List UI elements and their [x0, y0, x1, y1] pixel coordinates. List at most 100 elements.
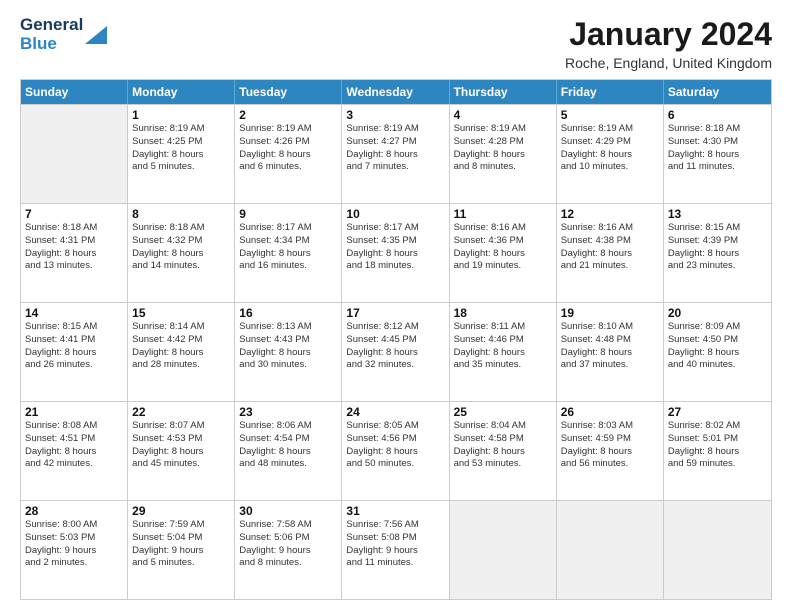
day-number: 27 [668, 405, 767, 419]
day-number: 23 [239, 405, 337, 419]
day-number: 31 [346, 504, 444, 518]
sunset: Sunset: 4:36 PM [454, 235, 552, 248]
sunrise: Sunrise: 8:19 AM [561, 123, 659, 136]
sunset: Sunset: 4:48 PM [561, 334, 659, 347]
daylight-hours: Daylight: 8 hours [346, 149, 444, 162]
sunrise: Sunrise: 8:18 AM [132, 222, 230, 235]
day-number: 8 [132, 207, 230, 221]
day-number: 30 [239, 504, 337, 518]
daylight-hours: Daylight: 8 hours [668, 347, 767, 360]
day-number: 26 [561, 405, 659, 419]
daylight-hours: Daylight: 8 hours [561, 347, 659, 360]
day-number: 2 [239, 108, 337, 122]
daylight-hours: Daylight: 8 hours [25, 248, 123, 261]
daylight-minutes: and 8 minutes. [239, 557, 337, 570]
calendar-cell: 10 Sunrise: 8:17 AM Sunset: 4:35 PM Dayl… [342, 204, 449, 302]
daylight-hours: Daylight: 9 hours [25, 545, 123, 558]
sunset: Sunset: 4:27 PM [346, 136, 444, 149]
sunrise: Sunrise: 8:07 AM [132, 420, 230, 433]
day-number: 5 [561, 108, 659, 122]
calendar-cell: 26 Sunrise: 8:03 AM Sunset: 4:59 PM Dayl… [557, 402, 664, 500]
sunrise: Sunrise: 8:05 AM [346, 420, 444, 433]
day-number: 18 [454, 306, 552, 320]
calendar-cell: 28 Sunrise: 8:00 AM Sunset: 5:03 PM Dayl… [21, 501, 128, 599]
calendar-row-2: 14 Sunrise: 8:15 AM Sunset: 4:41 PM Dayl… [21, 302, 771, 401]
sunset: Sunset: 4:56 PM [346, 433, 444, 446]
logo: General Blue [20, 16, 107, 53]
calendar-cell: 31 Sunrise: 7:56 AM Sunset: 5:08 PM Dayl… [342, 501, 449, 599]
calendar-cell: 7 Sunrise: 8:18 AM Sunset: 4:31 PM Dayli… [21, 204, 128, 302]
header-sunday: Sunday [21, 80, 128, 104]
day-number: 4 [454, 108, 552, 122]
logo-icon [85, 26, 107, 44]
daylight-hours: Daylight: 8 hours [239, 446, 337, 459]
calendar-row-1: 7 Sunrise: 8:18 AM Sunset: 4:31 PM Dayli… [21, 203, 771, 302]
daylight-minutes: and 35 minutes. [454, 359, 552, 372]
calendar-cell: 17 Sunrise: 8:12 AM Sunset: 4:45 PM Dayl… [342, 303, 449, 401]
sunrise: Sunrise: 7:59 AM [132, 519, 230, 532]
page: General Blue January 2024 Roche, England… [0, 0, 792, 612]
sunrise: Sunrise: 8:00 AM [25, 519, 123, 532]
day-number: 20 [668, 306, 767, 320]
daylight-hours: Daylight: 8 hours [561, 149, 659, 162]
daylight-hours: Daylight: 8 hours [239, 347, 337, 360]
sunset: Sunset: 4:58 PM [454, 433, 552, 446]
calendar-cell: 2 Sunrise: 8:19 AM Sunset: 4:26 PM Dayli… [235, 105, 342, 203]
daylight-minutes: and 50 minutes. [346, 458, 444, 471]
day-number: 15 [132, 306, 230, 320]
sunset: Sunset: 4:54 PM [239, 433, 337, 446]
header-monday: Monday [128, 80, 235, 104]
daylight-hours: Daylight: 8 hours [454, 446, 552, 459]
sunset: Sunset: 4:28 PM [454, 136, 552, 149]
sunrise: Sunrise: 8:02 AM [668, 420, 767, 433]
header-tuesday: Tuesday [235, 80, 342, 104]
day-number: 22 [132, 405, 230, 419]
daylight-hours: Daylight: 8 hours [668, 149, 767, 162]
daylight-hours: Daylight: 8 hours [346, 347, 444, 360]
calendar-cell: 30 Sunrise: 7:58 AM Sunset: 5:06 PM Dayl… [235, 501, 342, 599]
daylight-minutes: and 53 minutes. [454, 458, 552, 471]
day-number: 3 [346, 108, 444, 122]
daylight-hours: Daylight: 9 hours [239, 545, 337, 558]
day-number: 28 [25, 504, 123, 518]
calendar: Sunday Monday Tuesday Wednesday Thursday… [20, 79, 772, 600]
daylight-hours: Daylight: 8 hours [132, 446, 230, 459]
sunrise: Sunrise: 8:03 AM [561, 420, 659, 433]
sunrise: Sunrise: 8:09 AM [668, 321, 767, 334]
sunset: Sunset: 4:29 PM [561, 136, 659, 149]
sunset: Sunset: 5:06 PM [239, 532, 337, 545]
calendar-cell: 6 Sunrise: 8:18 AM Sunset: 4:30 PM Dayli… [664, 105, 771, 203]
calendar-cell: 12 Sunrise: 8:16 AM Sunset: 4:38 PM Dayl… [557, 204, 664, 302]
header: General Blue January 2024 Roche, England… [20, 16, 772, 71]
calendar-row-4: 28 Sunrise: 8:00 AM Sunset: 5:03 PM Dayl… [21, 500, 771, 599]
calendar-cell: 5 Sunrise: 8:19 AM Sunset: 4:29 PM Dayli… [557, 105, 664, 203]
page-subtitle: Roche, England, United Kingdom [565, 55, 772, 71]
daylight-minutes: and 23 minutes. [668, 260, 767, 273]
calendar-cell: 22 Sunrise: 8:07 AM Sunset: 4:53 PM Dayl… [128, 402, 235, 500]
sunrise: Sunrise: 8:15 AM [25, 321, 123, 334]
daylight-hours: Daylight: 8 hours [561, 248, 659, 261]
calendar-cell: 29 Sunrise: 7:59 AM Sunset: 5:04 PM Dayl… [128, 501, 235, 599]
sunset: Sunset: 5:08 PM [346, 532, 444, 545]
daylight-hours: Daylight: 8 hours [668, 248, 767, 261]
calendar-cell: 3 Sunrise: 8:19 AM Sunset: 4:27 PM Dayli… [342, 105, 449, 203]
calendar-cell: 11 Sunrise: 8:16 AM Sunset: 4:36 PM Dayl… [450, 204, 557, 302]
calendar-cell: 4 Sunrise: 8:19 AM Sunset: 4:28 PM Dayli… [450, 105, 557, 203]
day-number: 12 [561, 207, 659, 221]
calendar-cell: 1 Sunrise: 8:19 AM Sunset: 4:25 PM Dayli… [128, 105, 235, 203]
calendar-cell: 23 Sunrise: 8:06 AM Sunset: 4:54 PM Dayl… [235, 402, 342, 500]
day-number: 6 [668, 108, 767, 122]
calendar-cell: 27 Sunrise: 8:02 AM Sunset: 5:01 PM Dayl… [664, 402, 771, 500]
day-number: 9 [239, 207, 337, 221]
daylight-hours: Daylight: 8 hours [454, 347, 552, 360]
sunrise: Sunrise: 8:06 AM [239, 420, 337, 433]
daylight-hours: Daylight: 8 hours [561, 446, 659, 459]
sunset: Sunset: 5:04 PM [132, 532, 230, 545]
sunset: Sunset: 4:32 PM [132, 235, 230, 248]
daylight-hours: Daylight: 8 hours [668, 446, 767, 459]
calendar-cell: 16 Sunrise: 8:13 AM Sunset: 4:43 PM Dayl… [235, 303, 342, 401]
calendar-cell [664, 501, 771, 599]
daylight-minutes: and 10 minutes. [561, 161, 659, 174]
day-number: 1 [132, 108, 230, 122]
daylight-minutes: and 16 minutes. [239, 260, 337, 273]
